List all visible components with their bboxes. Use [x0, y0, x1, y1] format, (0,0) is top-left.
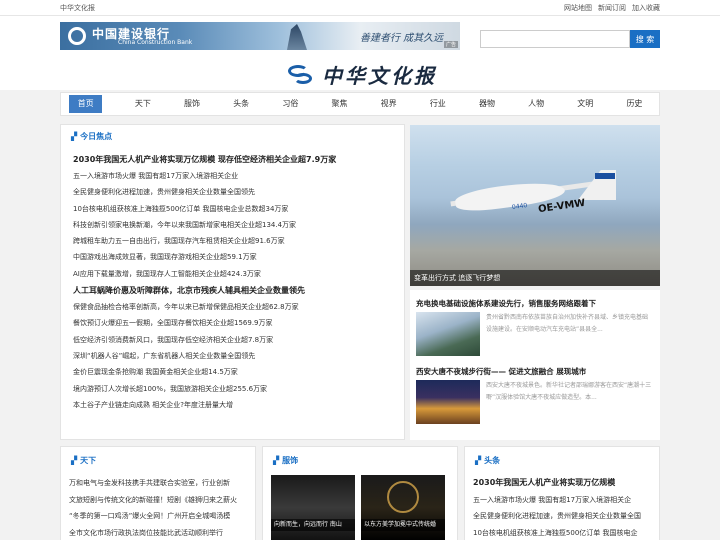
nav-shijie[interactable]: 视界	[364, 95, 413, 113]
focus-news-item[interactable]: AI应用下载量激增，我国现存人工智能相关企业超424.3万家	[73, 266, 403, 282]
list-item[interactable]: 全民健身便利化进程加速，贵州健身相关企业数量全国	[473, 508, 657, 525]
focus-news-item[interactable]: 2030年我国无人机产业将实现万亿规模 现存低空经济相关企业超7.9万家	[73, 151, 403, 168]
nav-fushi[interactable]: 服饰	[167, 95, 216, 113]
focus-news-item[interactable]: 保健食品抽检合格率创新高，今年以来已新增保健品相关企业超62.8万家	[73, 299, 403, 315]
side-news-item[interactable]: 西安大唐不夜城步行街—— 促进文旅融合 展现城市 西安大唐不夜城景色。新华社记者…	[416, 366, 658, 424]
ccb-ad-banner[interactable]: 中国建设银行 China Construction Bank 善建者行 成其久远…	[60, 22, 460, 50]
add-favorite-link[interactable]: 加入收藏	[632, 3, 660, 13]
focus-news-item[interactable]: 五一入境游市场火爆 我国有超17万家入境游相关企业	[73, 168, 403, 184]
nav-jujiao[interactable]: 聚焦	[315, 95, 364, 113]
fushi-image[interactable]: 以东方美学加冕中式传统婚	[361, 475, 445, 540]
top-links: 网站地图 新闻订阅 加入收藏	[564, 3, 660, 13]
header: 中国建设银行 China Construction Bank 善建者行 成其久远…	[0, 16, 720, 90]
nav-hangye[interactable]: 行业	[413, 95, 462, 113]
side-news-desc: 贵州省黔西南布依族苗族自治州加快补齐县域、乡镇充电基础设施建设。在安顺电动汽车充…	[486, 314, 649, 333]
focus-news-item[interactable]: 低空经济引领消费新风口，我国现存低空经济相关企业超7.8万家	[73, 332, 403, 348]
list-item[interactable]: 万和电气与金发科技携手共建联合实验室，行业创新	[69, 475, 253, 492]
focus-news-item[interactable]: 10台核电机组获核准上海独揽500亿订单 我国核电企业总数超34万家	[73, 201, 403, 217]
tianxia-list: 万和电气与金发科技携手共建联合实验室，行业创新 文旅短剧与传统文化的新碰撞！短剧…	[69, 475, 253, 540]
logo-mark-icon	[286, 61, 316, 87]
focus-news-item[interactable]: 金价巨震现金条抢购潮 我国黄金相关企业超14.5万家	[73, 364, 403, 380]
top-bar: 中华文化报 网站地图 新闻订阅 加入收藏	[0, 0, 720, 16]
search-input[interactable]	[480, 30, 630, 48]
fushi-title[interactable]: ▞ 服饰	[273, 455, 298, 466]
banner-figure	[287, 24, 307, 50]
main-nav: 首页 天下 服饰 头条 习俗 聚焦 视界 行业 器物 人物 文明 历史	[60, 92, 660, 116]
section-mark-icon: ▞	[71, 456, 78, 465]
focus-news-list: 2030年我国无人机产业将实现万亿规模 现存低空经济相关企业超7.9万家 五一入境…	[73, 151, 403, 413]
tianxia-title[interactable]: ▞ 天下	[71, 455, 96, 466]
nav-renwu[interactable]: 人物	[512, 95, 561, 113]
nav-toutiao[interactable]: 头条	[217, 95, 266, 113]
focus-news-item[interactable]: 餐饮预订火爆迎五一假期，全国现存餐饮相关企业超1569.9万家	[73, 315, 403, 331]
list-item[interactable]: 五一入境游市场火爆 我国有超17万家入境游相关企	[473, 492, 657, 509]
tianxia-panel: ▞ 天下 万和电气与金发科技携手共建联合实验室，行业创新 文旅短剧与传统文化的新…	[60, 446, 256, 540]
side-news-thumbnail[interactable]	[416, 380, 480, 424]
featured-photo[interactable]: 0440 OE-VMW 变革出行方式 追逐飞行梦想	[410, 125, 660, 286]
ornament-icon	[387, 481, 419, 513]
section-mark-icon: ▞	[475, 456, 482, 465]
side-news-panel: 充电换电基础设施体系建设先行，销售服务网络跟着下 贵州省黔西南布依族苗族自治州加…	[410, 290, 660, 440]
fushi-image-caption[interactable]: 向新而生，向远而行 南山	[271, 519, 355, 531]
site-logo-text: 中华文化报	[322, 63, 437, 88]
ccb-logo-icon	[68, 27, 86, 45]
toutiao-list: 2030年我国无人机产业将实现万亿规模 五一入境游市场火爆 我国有超17万家入境游…	[473, 475, 657, 540]
fushi-panel: ▞ 服饰 向新而生，向远而行 南山 以东方美学加冕中式传统婚	[262, 446, 458, 540]
toutiao-panel: ▞ 头条 2030年我国无人机产业将实现万亿规模 五一入境游市场火爆 我国有超17…	[464, 446, 660, 540]
side-news-desc: 西安大唐不夜城景色。新华社记者邵瑞娜游客在西安“唐潮十三嘢”汉服体验馆大唐不夜城…	[486, 382, 652, 401]
bank-name-en: China Construction Bank	[118, 39, 193, 46]
news-subscribe-link[interactable]: 新闻订阅	[598, 3, 626, 13]
focus-news-item[interactable]: 本土谷子产业链走向成熟 相关企业?年度注册量大增	[73, 397, 403, 413]
focus-news-item[interactable]: 中国游戏出海成效显著，我国现存游戏相关企业超59.1万家	[73, 249, 403, 265]
search-button[interactable]: 搜 索	[630, 30, 660, 48]
nav-qiwu[interactable]: 器物	[462, 95, 511, 113]
list-item[interactable]: 全市文化市场行政执法岗位技能比武活动顺利举行	[69, 525, 253, 540]
site-name[interactable]: 中华文化报	[60, 3, 95, 13]
site-logo[interactable]: 中华文化报	[286, 60, 437, 88]
focus-news-item[interactable]: 跨城租车助力五一自由出行，我国现存汽车租赁相关企业超91.6万家	[73, 233, 403, 249]
fushi-image-caption[interactable]: 以东方美学加冕中式传统婚	[361, 519, 445, 531]
nav-xisu[interactable]: 习俗	[266, 95, 315, 113]
nav-home[interactable]: 首页	[69, 95, 103, 113]
list-item[interactable]: 2030年我国无人机产业将实现万亿规模	[473, 475, 657, 492]
section-mark-icon: ▞	[71, 132, 78, 141]
list-item[interactable]: 文旅短剧与传统文化的新碰撞！短剧《雄狮归来之薪火	[69, 492, 253, 509]
sitemap-link[interactable]: 网站地图	[564, 3, 592, 13]
focus-news-item[interactable]: 人工耳蜗降价惠及听障群体，北京市残疾人辅具相关企业数量领先	[73, 282, 403, 299]
plane-tail-stripe	[595, 173, 615, 179]
focus-news-item[interactable]: 深圳“机器人谷”崛起，广东省机器人相关企业数量全国领先	[73, 348, 403, 364]
focus-title: ▞ 今日焦点	[71, 132, 113, 141]
ad-label: 广告	[443, 41, 458, 48]
side-news-title[interactable]: 西安大唐不夜城步行街—— 促进文旅融合 展现城市	[416, 366, 658, 377]
fushi-image[interactable]: 向新而生，向远而行 南山	[271, 475, 355, 540]
focus-panel: ▞ 今日焦点 2030年我国无人机产业将实现万亿规模 现存低空经济相关企业超7.…	[60, 124, 405, 440]
plane-number: 0440	[511, 201, 528, 212]
side-news-title[interactable]: 充电换电基础设施体系建设先行，销售服务网络跟着下	[416, 298, 658, 309]
focus-news-item[interactable]: 境内游预订人次增长超100%，我国旅游相关企业超255.6万家	[73, 381, 403, 397]
nav-lishi[interactable]: 历史	[610, 95, 659, 113]
photo-caption[interactable]: 变革出行方式 追逐飞行梦想	[410, 270, 660, 286]
list-item[interactable]: “冬季的第一口鸡汤”爆火全网！广州开启全城喝汤模	[69, 508, 253, 525]
focus-news-item[interactable]: 全民健身便利化进程加速，贵州健身相关企业数量全国领先	[73, 184, 403, 200]
toutiao-title[interactable]: ▞ 头条	[475, 455, 500, 466]
section-mark-icon: ▞	[273, 456, 280, 465]
list-item[interactable]: 10台核电机组获核准上海独揽500亿订单 我国核电企	[473, 525, 657, 540]
focus-news-item[interactable]: 科技创新引领家电换新潮，今年以来我国新增家电相关企业超134.4万家	[73, 217, 403, 233]
nav-wenming[interactable]: 文明	[561, 95, 610, 113]
nav-tianxia[interactable]: 天下	[118, 95, 167, 113]
banner-slogan: 善建者行 成其久远	[360, 33, 444, 44]
side-news-item[interactable]: 充电换电基础设施体系建设先行，销售服务网络跟着下 贵州省黔西南布依族苗族自治州加…	[416, 298, 658, 356]
side-news-thumbnail[interactable]	[416, 312, 480, 356]
